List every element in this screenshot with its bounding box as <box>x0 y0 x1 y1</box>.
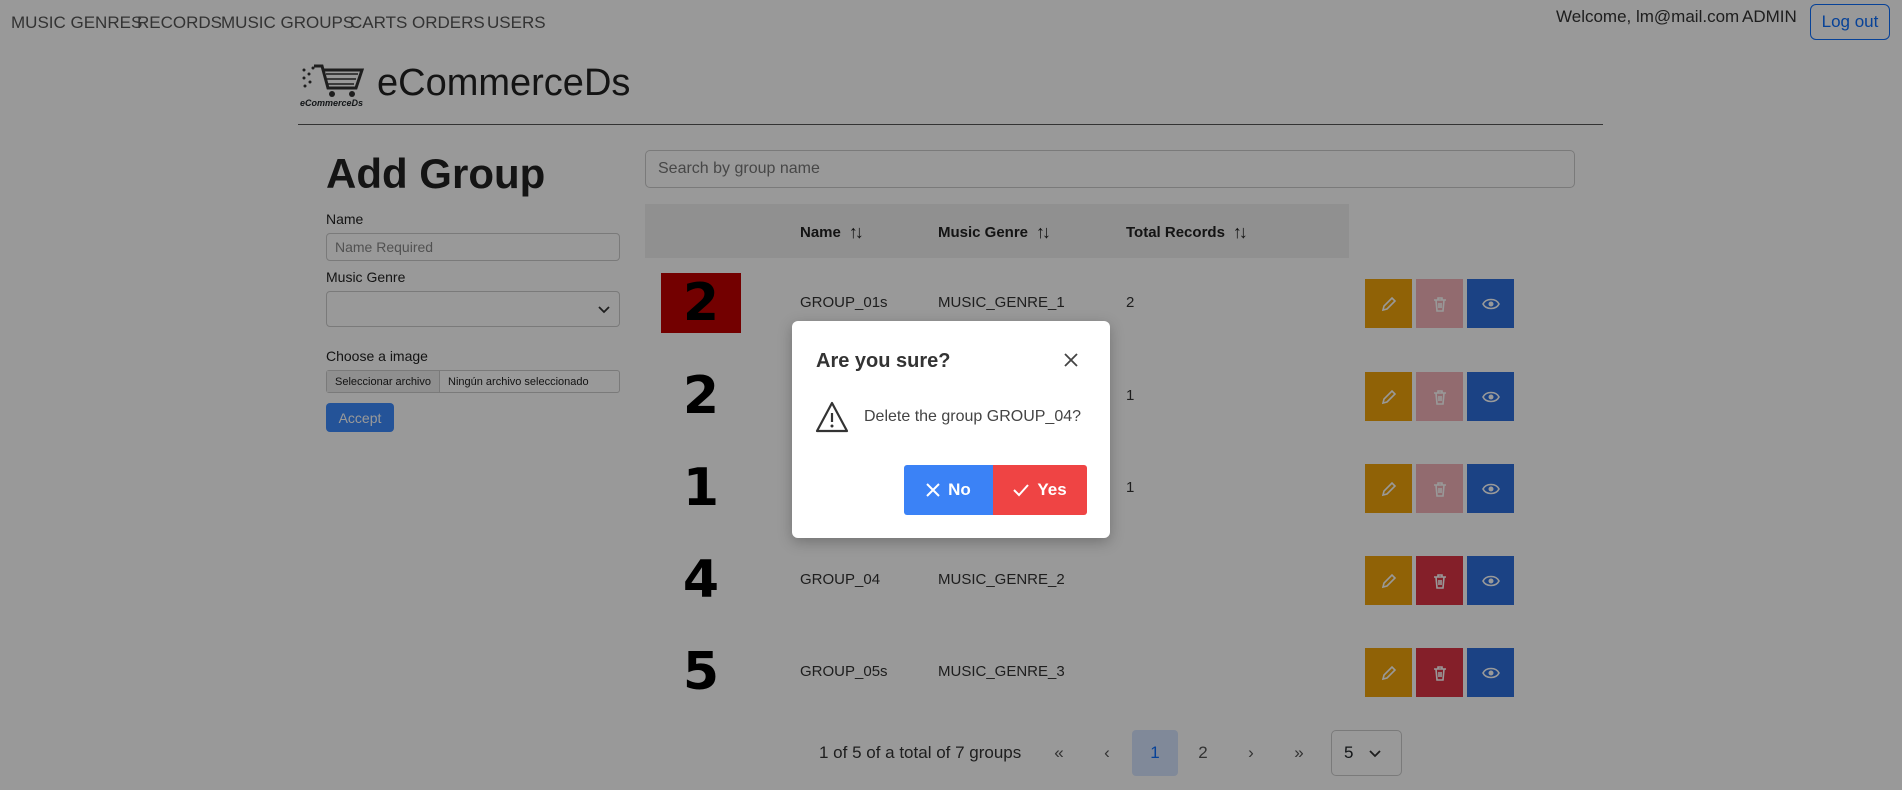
no-button-label: No <box>948 480 971 499</box>
yes-button[interactable]: Yes <box>993 465 1087 515</box>
yes-button-label: Yes <box>1037 480 1067 499</box>
confirm-dialog: Are you sure? Delete the group GROUP_04?… <box>792 321 1110 538</box>
no-button[interactable]: No <box>904 465 993 515</box>
warning-icon <box>815 401 849 433</box>
check-icon <box>1013 484 1030 497</box>
close-icon <box>926 483 940 497</box>
dialog-message: Delete the group GROUP_04? <box>864 408 1082 425</box>
close-icon[interactable] <box>1062 351 1080 369</box>
dialog-title: Are you sure? <box>816 350 951 372</box>
